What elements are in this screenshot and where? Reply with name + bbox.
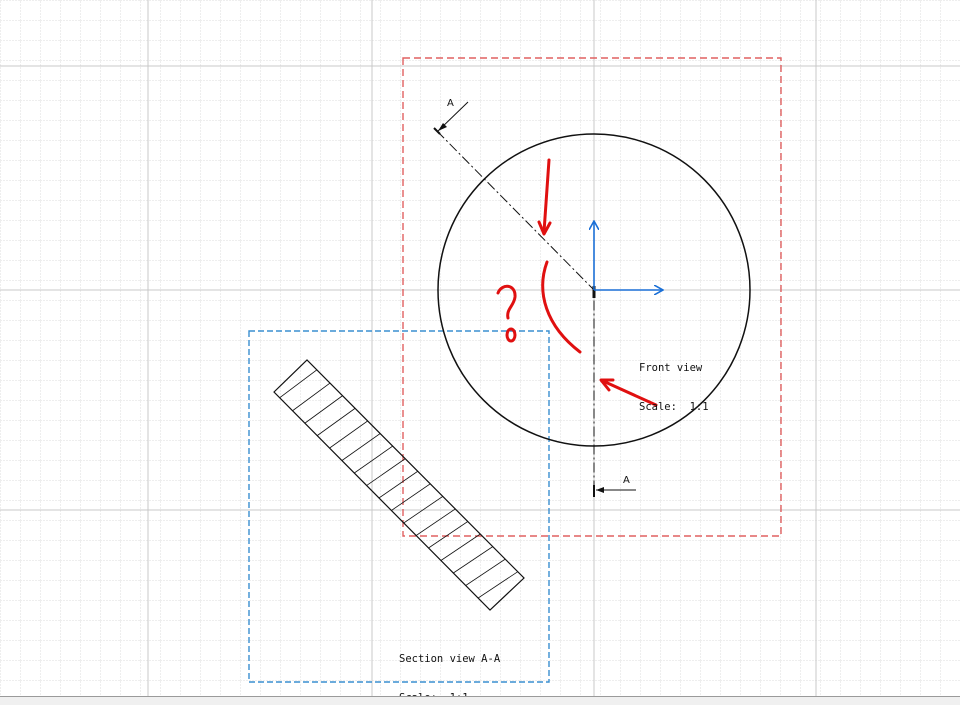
bottom-status-bar [0, 696, 960, 705]
front-view-label[interactable]: Front view Scale: 1:1 [639, 336, 709, 427]
front-view-scale-label: Scale: [639, 401, 677, 413]
drawing-canvas[interactable] [0, 0, 960, 705]
section-arrow-upper-letter: A [447, 98, 454, 109]
section-view-title: Section view A-A [399, 653, 501, 665]
section-arrow-lower-letter: A [623, 475, 630, 486]
front-view-title: Front view [639, 362, 703, 374]
front-view-scale-value: 1:1 [689, 401, 709, 413]
front-view-scale: Scale: 1:1 [639, 401, 709, 414]
